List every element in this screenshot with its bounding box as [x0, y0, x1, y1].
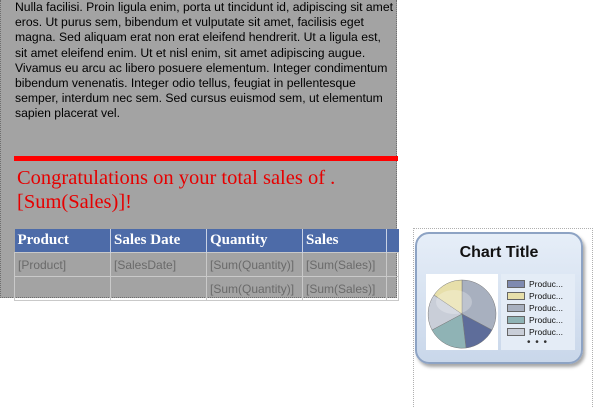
- cell-quantity[interactable]: [Sum(Quantity)]: [206, 252, 303, 277]
- header-cell-product[interactable]: Product: [14, 229, 111, 253]
- table-row: [Sum(Quantity)] [Sum(Sales)]: [14, 276, 399, 301]
- lorem-text-box[interactable]: Nulla facilisi. Proin ligula enim, porta…: [15, 0, 395, 122]
- legend-swatch: [507, 304, 525, 312]
- header-cell-spacer: [386, 229, 399, 253]
- chart-control[interactable]: Chart Title Produc... Produc... Produc..…: [415, 232, 583, 364]
- legend-swatch: [507, 316, 525, 324]
- table-header-row: Product Sales Date Quantity Sales: [14, 229, 399, 253]
- legend-swatch: [507, 292, 525, 300]
- cell-sales-date[interactable]: [SalesDate]: [110, 252, 207, 277]
- legend-swatch: [507, 280, 525, 288]
- pie-chart-icon: [427, 279, 497, 349]
- cell-product[interactable]: [Product]: [14, 252, 111, 277]
- chart-guide-top: [413, 228, 593, 229]
- cell-sales-date[interactable]: [110, 276, 207, 301]
- chart-guide-left: [413, 228, 414, 407]
- chart-title[interactable]: Chart Title: [417, 244, 581, 262]
- cell-sales[interactable]: [Sum(Sales)]: [302, 276, 387, 301]
- congratulations-text-box[interactable]: Congratulations on your total sales of .…: [17, 166, 387, 214]
- cell-spacer: [386, 276, 399, 301]
- cell-spacer: [386, 252, 399, 277]
- legend-label: Produc...: [529, 291, 564, 301]
- legend-more-indicator: • • •: [527, 337, 549, 348]
- sales-table[interactable]: Product Sales Date Quantity Sales [Produ…: [14, 229, 399, 301]
- chart-legend[interactable]: Produc... Produc... Produc... Produc... …: [501, 274, 575, 350]
- cell-sales[interactable]: [Sum(Sales)]: [302, 252, 387, 277]
- red-divider-line[interactable]: [14, 156, 398, 161]
- header-cell-quantity[interactable]: Quantity: [206, 229, 303, 253]
- legend-label: Produc...: [529, 303, 564, 313]
- header-cell-sales[interactable]: Sales: [302, 229, 387, 253]
- legend-label: Produc...: [529, 315, 564, 325]
- legend-swatch: [507, 328, 525, 336]
- legend-label: Produc...: [529, 279, 564, 289]
- chart-plot-area[interactable]: [426, 274, 498, 350]
- cell-product[interactable]: [14, 276, 111, 301]
- header-cell-sales-date[interactable]: Sales Date: [110, 229, 207, 253]
- cell-quantity[interactable]: [Sum(Quantity)]: [206, 276, 303, 301]
- table-row: [Product] [SalesDate] [Sum(Quantity)] [S…: [14, 252, 399, 277]
- report-body[interactable]: Nulla facilisi. Proin ligula enim, porta…: [0, 0, 399, 301]
